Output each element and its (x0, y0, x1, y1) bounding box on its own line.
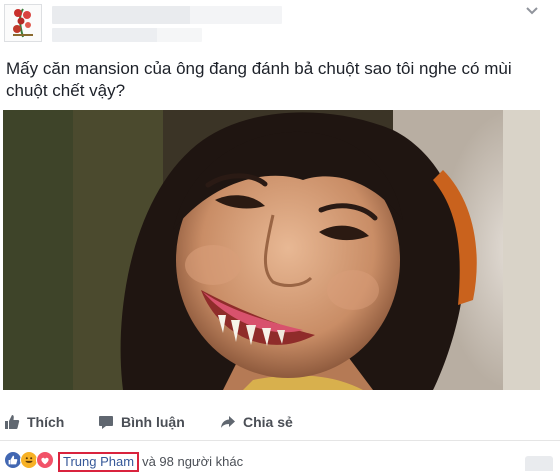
like-label: Thích (27, 414, 65, 430)
page-avatar[interactable] (4, 4, 42, 42)
share-label: Chia sẻ (243, 414, 293, 430)
chevron-down-icon[interactable] (524, 3, 540, 19)
divider (0, 440, 560, 441)
post-meta-redacted (52, 28, 202, 42)
comment-button[interactable]: Bình luận (98, 405, 185, 439)
chat-tab-edge[interactable] (525, 456, 553, 471)
post-text: Mấy căn mansion của ông đang đánh bả chu… (6, 59, 512, 100)
poster-name-redacted (52, 6, 282, 24)
share-arrow-icon (220, 414, 236, 430)
reactions-icons[interactable] (4, 450, 54, 470)
post-photo[interactable] (3, 110, 540, 390)
reactions-summary: Trung Pham và 98 người khác (58, 452, 243, 472)
post-actions-bar: Thích Bình luận Chia sẻ (0, 405, 560, 439)
thumbs-up-icon (4, 414, 20, 430)
facebook-post: Mấy căn mansion của ông đang đánh bả chu… (0, 0, 560, 472)
share-button[interactable]: Chia sẻ (220, 405, 293, 439)
like-button[interactable]: Thích (4, 405, 64, 439)
comment-label: Bình luận (121, 414, 185, 430)
reactions-others[interactable]: và 98 người khác (142, 454, 243, 469)
comment-icon (98, 414, 114, 430)
love-icon (36, 451, 54, 469)
reactor-name-link[interactable]: Trung Pham (58, 452, 140, 472)
